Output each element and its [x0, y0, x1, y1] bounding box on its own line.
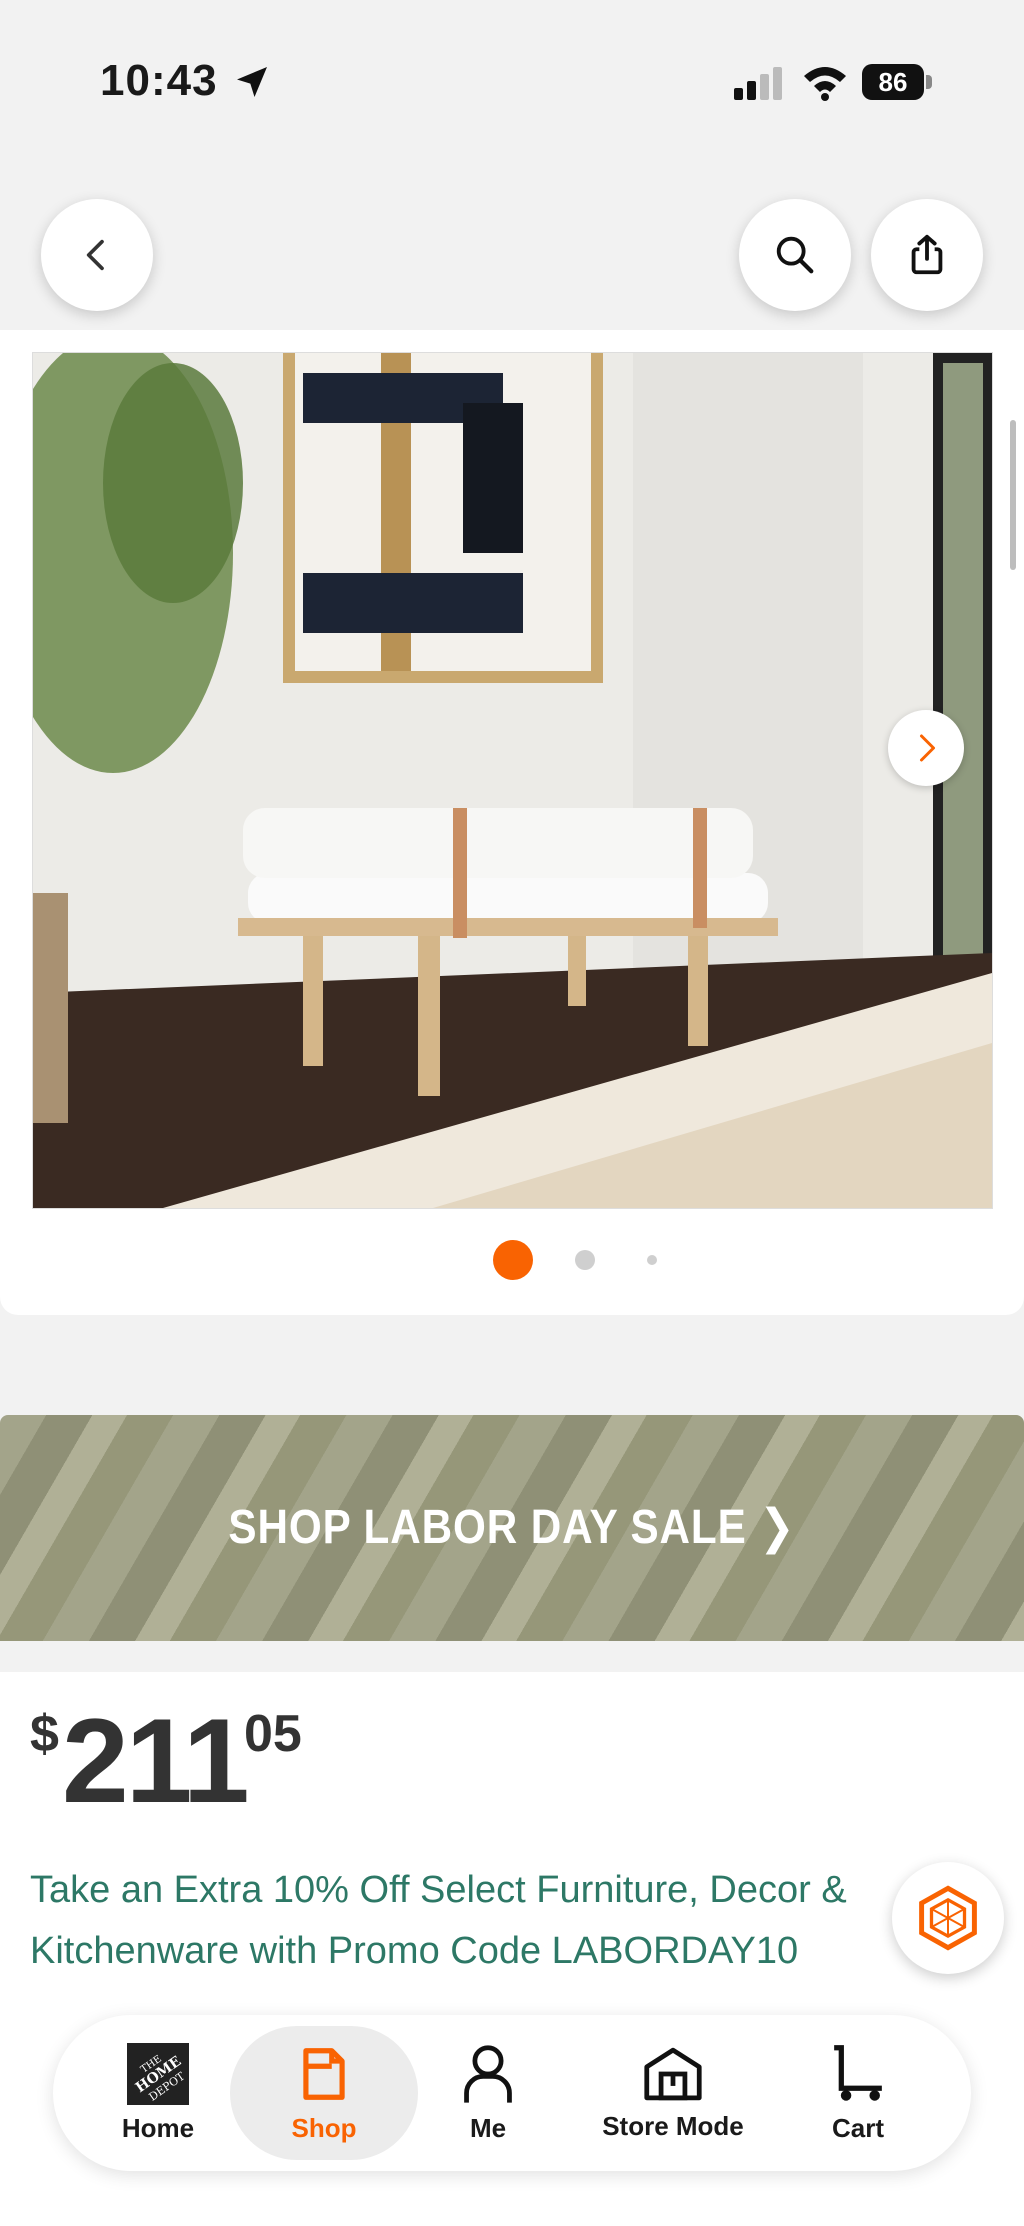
battery-indicator: 86 — [862, 64, 934, 102]
battery-level: 86 — [862, 64, 924, 100]
price-cents: 05 — [244, 1705, 302, 1763]
nav-store-mode[interactable]: Store Mode — [593, 2015, 753, 2171]
nav-home-label: Home — [121, 2112, 195, 2143]
hexagon-assistant-icon — [919, 1885, 977, 1951]
cart-icon — [834, 2044, 882, 2101]
promo-text[interactable]: Take an Extra 10% Off Select Furniture, … — [30, 1860, 910, 1982]
store-icon — [644, 2047, 702, 2100]
nav-cart-label: Cart — [831, 2112, 884, 2143]
labor-day-sale-banner[interactable]: SHOP LABOR DAY SALE ❯ — [0, 1415, 1024, 1641]
status-bar: 10:43 86 — [0, 0, 1024, 160]
bottom-navigation: THE HOME DEPOT Home Shop Me Store Mode C… — [53, 2015, 971, 2171]
scrollbar[interactable] — [1010, 420, 1016, 570]
carousel-dot-active[interactable] — [493, 1240, 533, 1280]
back-button[interactable] — [41, 199, 153, 311]
share-icon — [911, 234, 943, 275]
nav-home[interactable]: THE HOME DEPOT Home — [103, 2015, 213, 2171]
chevron-left-icon — [86, 239, 104, 271]
nav-store-mode-label: Store Mode — [602, 2110, 744, 2141]
search-icon — [776, 236, 814, 274]
search-button[interactable] — [739, 199, 851, 311]
nav-cart[interactable]: Cart — [803, 2015, 913, 2171]
carousel-indicator — [0, 1238, 1024, 1282]
bench-photo — [33, 353, 992, 1208]
share-button[interactable] — [871, 199, 983, 311]
carousel-next-button[interactable] — [888, 710, 964, 786]
chevron-right-icon — [920, 734, 935, 762]
person-icon — [464, 2044, 512, 2103]
price-dollars: 211 — [62, 1694, 250, 1828]
shop-bucket-icon — [303, 2047, 345, 2100]
wifi-icon — [804, 67, 846, 101]
nav-me[interactable]: Me — [433, 2015, 543, 2171]
price-currency: $ — [30, 1705, 59, 1763]
carousel-dot[interactable] — [575, 1250, 595, 1270]
location-arrow-icon — [237, 67, 267, 97]
status-time: 10:43 — [100, 56, 218, 105]
nav-shop[interactable]: Shop — [230, 2015, 418, 2171]
nav-shop-label: Shop — [291, 2112, 357, 2143]
banner-label: SHOP LABOR DAY SALE ❯ — [228, 1501, 796, 1554]
chat-assistant-button[interactable] — [892, 1862, 1004, 1974]
home-depot-logo-icon: THE HOME DEPOT — [127, 2042, 189, 2105]
cellular-signal-icon — [734, 67, 782, 100]
product-image[interactable] — [32, 352, 993, 1209]
nav-me-label: Me — [469, 2112, 507, 2143]
carousel-dot[interactable] — [647, 1255, 657, 1265]
